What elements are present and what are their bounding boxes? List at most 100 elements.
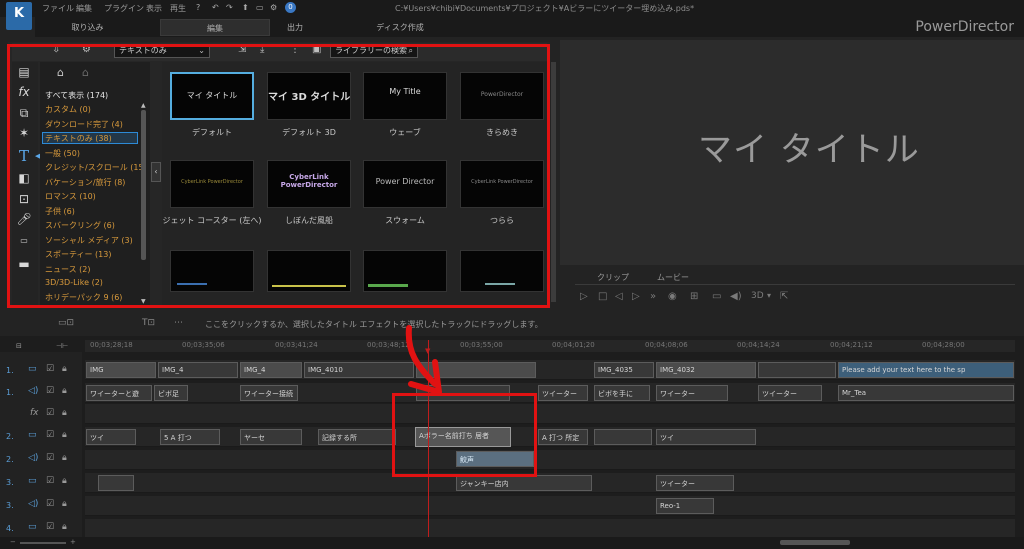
track-lock-icon[interactable]: 🔒︎: [62, 522, 67, 532]
notification-badge[interactable]: 0: [285, 2, 296, 13]
audio-clip[interactable]: ワイーターと遊: [86, 385, 152, 401]
video-clip[interactable]: ツイ: [86, 429, 136, 445]
track-enable-checkbox[interactable]: ☑: [46, 453, 54, 463]
title-clip[interactable]: Please add your text here to the sp: [838, 362, 1014, 378]
audio-clip[interactable]: ビボ足: [154, 385, 188, 401]
track-manager-icon[interactable]: ⊟: [16, 342, 22, 350]
menu-edit[interactable]: 編集: [76, 3, 92, 14]
track-lock-icon[interactable]: 🔒︎: [62, 408, 67, 418]
tab-capture[interactable]: 取り込み: [40, 19, 135, 36]
preview-divider: [575, 284, 1015, 285]
video-clip[interactable]: 記録する所: [318, 429, 396, 445]
video-clip[interactable]: ヤーセ: [240, 429, 302, 445]
redo-icon[interactable]: ↷: [226, 3, 233, 12]
track-number: 3.: [6, 478, 14, 487]
video-clip[interactable]: ツイーター: [656, 475, 734, 491]
ruler-tick: 00;03;28;18: [90, 341, 133, 349]
menu-plugins[interactable]: プラグイン: [104, 3, 144, 14]
track-lock-icon[interactable]: 🔒︎: [62, 499, 67, 509]
video-track-icon: ▭: [28, 476, 37, 486]
video-clip[interactable]: ジャンキー店内: [456, 475, 592, 491]
previous-frame-icon[interactable]: ◁: [615, 291, 623, 302]
video-clip[interactable]: [594, 429, 652, 445]
track-lock-icon[interactable]: 🔒︎: [62, 453, 67, 463]
gear-icon[interactable]: ⚙: [270, 3, 277, 12]
chevron-down-icon[interactable]: ▾: [767, 291, 771, 300]
track-enable-checkbox[interactable]: ☑: [46, 499, 54, 509]
track-lock-icon[interactable]: 🔒︎: [62, 476, 67, 486]
menu-view[interactable]: 表示: [146, 3, 162, 14]
video-clip[interactable]: IMG_4035: [594, 362, 654, 378]
monitor-icon[interactable]: ▭: [256, 3, 264, 12]
zoom-out-icon[interactable]: −: [10, 538, 16, 546]
menu-file[interactable]: ファイル: [42, 3, 74, 14]
play-icon[interactable]: ▷: [580, 291, 588, 302]
video-clip[interactable]: IMG: [86, 362, 156, 378]
preview-tab-clip[interactable]: クリップ: [597, 272, 629, 283]
undo-icon[interactable]: ↶: [212, 3, 219, 12]
audio-clip[interactable]: ビボを手に: [594, 385, 650, 401]
track-number: 4.: [6, 524, 14, 533]
bottom-scroll-bar: [0, 537, 1024, 549]
title-designer-icon[interactable]: T⊡: [142, 318, 155, 328]
timeline-fit-icon[interactable]: ⊣⊢: [56, 342, 68, 350]
video-clip[interactable]: [758, 362, 836, 378]
audio-track-2[interactable]: [85, 450, 1015, 470]
tab-produce[interactable]: 出力: [240, 19, 350, 36]
volume-icon[interactable]: ◀): [730, 291, 742, 302]
storyboard-view-icon[interactable]: ▭⊡: [58, 318, 74, 328]
video-clip[interactable]: A 打つ 所定: [538, 429, 588, 445]
audio-track-3[interactable]: [85, 496, 1015, 516]
audio-clip[interactable]: Reo-1: [656, 498, 714, 514]
track-enable-checkbox[interactable]: ☑: [46, 430, 54, 440]
video-clip[interactable]: IMG_4: [240, 362, 302, 378]
audio-clip[interactable]: ツイーター: [758, 385, 822, 401]
track-enable-checkbox[interactable]: ☑: [46, 522, 54, 532]
audio-clip[interactable]: Mr_Tea: [838, 385, 1014, 401]
zoom-slider[interactable]: [20, 542, 66, 544]
track-headers: [0, 352, 82, 549]
stop-icon[interactable]: □: [598, 291, 607, 302]
menu-playback[interactable]: 再生: [170, 3, 186, 14]
preview-tab-movie[interactable]: ムービー: [657, 272, 689, 283]
marker-icon[interactable]: ⊞: [690, 291, 698, 302]
video-track-4[interactable]: [85, 519, 1015, 539]
snapshot-icon[interactable]: ◉: [668, 291, 677, 302]
audio-clip[interactable]: ツイーター: [538, 385, 588, 401]
undock-icon[interactable]: ⇱: [780, 291, 788, 302]
video-clip[interactable]: IMG_4: [158, 362, 238, 378]
track-number: 3.: [6, 501, 14, 510]
track-lock-icon[interactable]: 🔒︎: [62, 364, 67, 374]
upgrade-icon[interactable]: ⬆: [242, 3, 249, 12]
ruler-tick: 00;03;35;06: [182, 341, 225, 349]
track-enable-checkbox[interactable]: ☑: [46, 476, 54, 486]
video-track-icon: ▭: [28, 364, 37, 374]
audio-clip[interactable]: ワイーター: [656, 385, 728, 401]
video-clip[interactable]: [98, 475, 134, 491]
next-frame-icon[interactable]: ▷: [632, 291, 640, 302]
file-path: C:¥Users¥chibi¥Documents¥プロジェクト¥Aビラーにツイー…: [395, 4, 695, 13]
track-lock-icon[interactable]: 🔒︎: [62, 430, 67, 440]
zoom-in-icon[interactable]: +: [70, 538, 76, 546]
preview-quality-icon[interactable]: ▭: [712, 291, 721, 302]
fast-forward-icon[interactable]: »: [650, 291, 656, 302]
3d-mode-toggle[interactable]: 3D: [751, 291, 764, 301]
track-enable-checkbox[interactable]: ☑: [46, 408, 54, 418]
grid-scrollbar[interactable]: [551, 62, 556, 302]
tab-create-disc[interactable]: ディスク作成: [345, 19, 455, 36]
video-clip[interactable]: IMG_4032: [656, 362, 756, 378]
ruler-tick: 00;04;28;00: [922, 341, 965, 349]
help-icon[interactable]: ?: [196, 3, 200, 12]
audio-clip[interactable]: ワイーター接続: [240, 385, 298, 401]
ruler-tick: 00;04;21;12: [830, 341, 873, 349]
timeline-horizontal-scrollbar[interactable]: [780, 540, 850, 545]
track-enable-checkbox[interactable]: ☑: [46, 386, 54, 396]
track-enable-checkbox[interactable]: ☑: [46, 364, 54, 374]
video-clip[interactable]: ツイ: [656, 429, 756, 445]
video-clip[interactable]: 5 A 打つ: [160, 429, 220, 445]
more-options-icon[interactable]: ⋯: [174, 318, 183, 328]
track-lock-icon[interactable]: 🔒︎: [62, 386, 67, 396]
ruler-tick: 00;03;55;00: [460, 341, 503, 349]
preview-title-text: マイ タイトル: [698, 130, 920, 170]
fx-track[interactable]: [85, 404, 1015, 424]
